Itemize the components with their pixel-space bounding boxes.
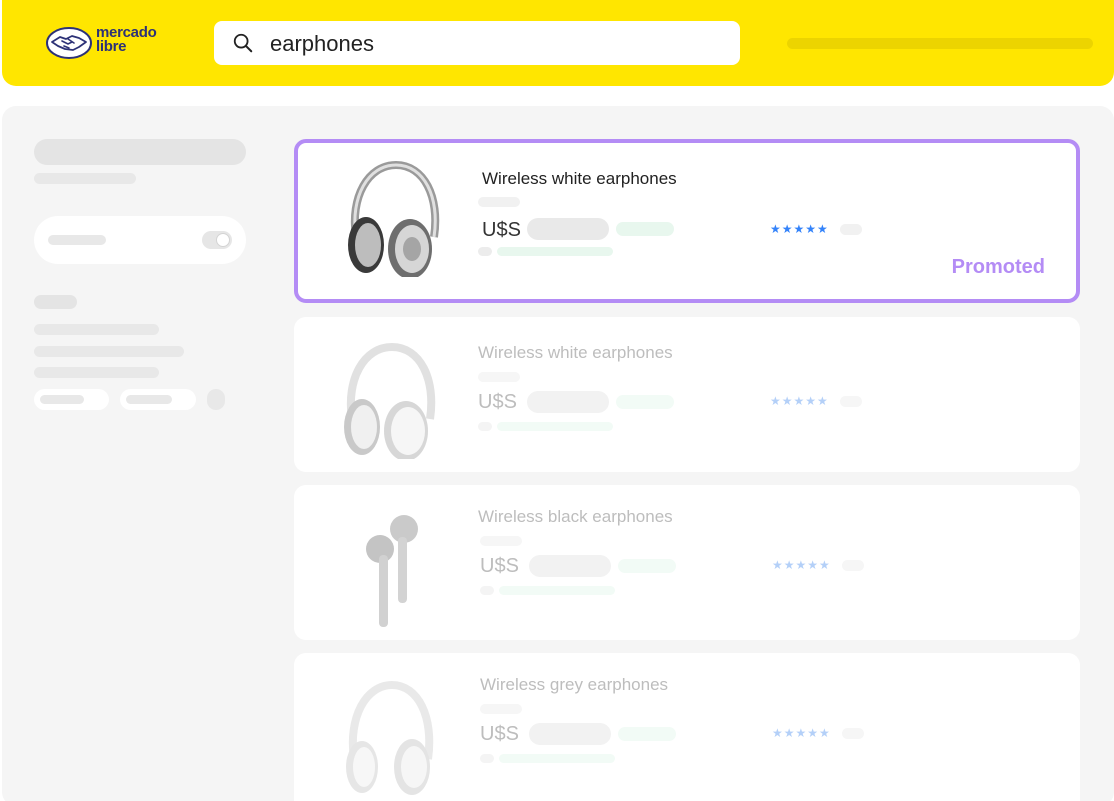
- label-placeholder: [478, 372, 520, 382]
- product-title[interactable]: Wireless grey earphones: [480, 675, 668, 695]
- discount-placeholder: [618, 559, 676, 573]
- product-title[interactable]: Wireless white earphones: [482, 169, 677, 189]
- shipping-icon-placeholder: [478, 422, 492, 431]
- filter-toggle-card[interactable]: [34, 216, 246, 264]
- promoted-badge: Promoted: [951, 256, 1045, 278]
- label-placeholder: [478, 197, 520, 207]
- filter-group-title-placeholder: [34, 295, 77, 309]
- price-currency: U$S: [480, 555, 519, 577]
- price-placeholder: [527, 218, 609, 240]
- chip-label-placeholder: [126, 395, 172, 404]
- product-card-promoted[interactable]: Wireless white earphones U$S ★★★★★ Promo…: [294, 139, 1080, 303]
- chip-label-placeholder: [40, 395, 84, 404]
- product-card[interactable]: Wireless white earphones U$S ★★★★★: [294, 317, 1080, 472]
- sidebar-subheading-placeholder: [34, 173, 136, 184]
- filter-option-placeholder[interactable]: [34, 346, 184, 357]
- sidebar-heading-placeholder: [34, 139, 246, 165]
- rating-stars: ★★★★★: [770, 222, 829, 236]
- price-placeholder: [529, 723, 611, 745]
- filter-option-placeholder[interactable]: [34, 324, 159, 335]
- logo-wordmark: mercado libre: [96, 25, 157, 55]
- review-count-placeholder: [842, 728, 864, 739]
- filter-more-placeholder[interactable]: [207, 389, 225, 410]
- shipping-placeholder: [499, 754, 615, 763]
- price-placeholder: [529, 555, 611, 577]
- rating-stars: ★★★★★: [772, 726, 831, 740]
- filter-option-placeholder[interactable]: [34, 367, 159, 378]
- shipping-placeholder: [499, 586, 615, 595]
- discount-placeholder: [618, 727, 676, 741]
- price-placeholder: [527, 391, 609, 413]
- filter-toggle[interactable]: [202, 231, 232, 249]
- toggle-label-placeholder: [48, 235, 106, 245]
- discount-placeholder: [616, 222, 674, 236]
- shipping-icon-placeholder: [480, 586, 494, 595]
- handshake-logo-icon: [46, 27, 92, 59]
- rating-stars: ★★★★★: [772, 558, 831, 572]
- headphones-image: [344, 342, 436, 459]
- discount-placeholder: [616, 395, 674, 409]
- shipping-placeholder: [497, 422, 613, 431]
- label-placeholder: [480, 704, 522, 714]
- search-icon[interactable]: [232, 32, 254, 54]
- rating-stars: ★★★★★: [770, 394, 829, 408]
- review-count-placeholder: [842, 560, 864, 571]
- shipping-placeholder: [497, 247, 613, 256]
- review-count-placeholder: [840, 224, 862, 235]
- review-count-placeholder: [840, 396, 862, 407]
- filter-chip[interactable]: [34, 389, 109, 410]
- product-card[interactable]: Wireless grey earphones U$S ★★★★★: [294, 653, 1080, 801]
- price-currency: U$S: [480, 723, 519, 745]
- top-header: mercado libre earphones: [2, 0, 1114, 86]
- search-bar[interactable]: earphones: [214, 21, 740, 65]
- logo-line-2: libre: [96, 38, 127, 55]
- toggle-knob: [216, 233, 230, 247]
- mercado-libre-logo[interactable]: mercado libre: [46, 25, 171, 60]
- product-card[interactable]: Wireless black earphones U$S ★★★★★: [294, 485, 1080, 640]
- price-currency: U$S: [478, 391, 517, 413]
- headphones-image: [346, 680, 434, 795]
- header-placeholder-bar: [787, 38, 1093, 49]
- product-title[interactable]: Wireless white earphones: [478, 343, 673, 363]
- earbuds-image: [366, 515, 418, 627]
- headphones-image: [348, 160, 440, 277]
- shipping-icon-placeholder: [480, 754, 494, 763]
- price-currency: U$S: [482, 219, 521, 241]
- search-input[interactable]: earphones: [270, 31, 374, 57]
- filter-chip[interactable]: [120, 389, 196, 410]
- product-title[interactable]: Wireless black earphones: [478, 507, 673, 527]
- label-placeholder: [480, 536, 522, 546]
- shipping-icon-placeholder: [478, 247, 492, 256]
